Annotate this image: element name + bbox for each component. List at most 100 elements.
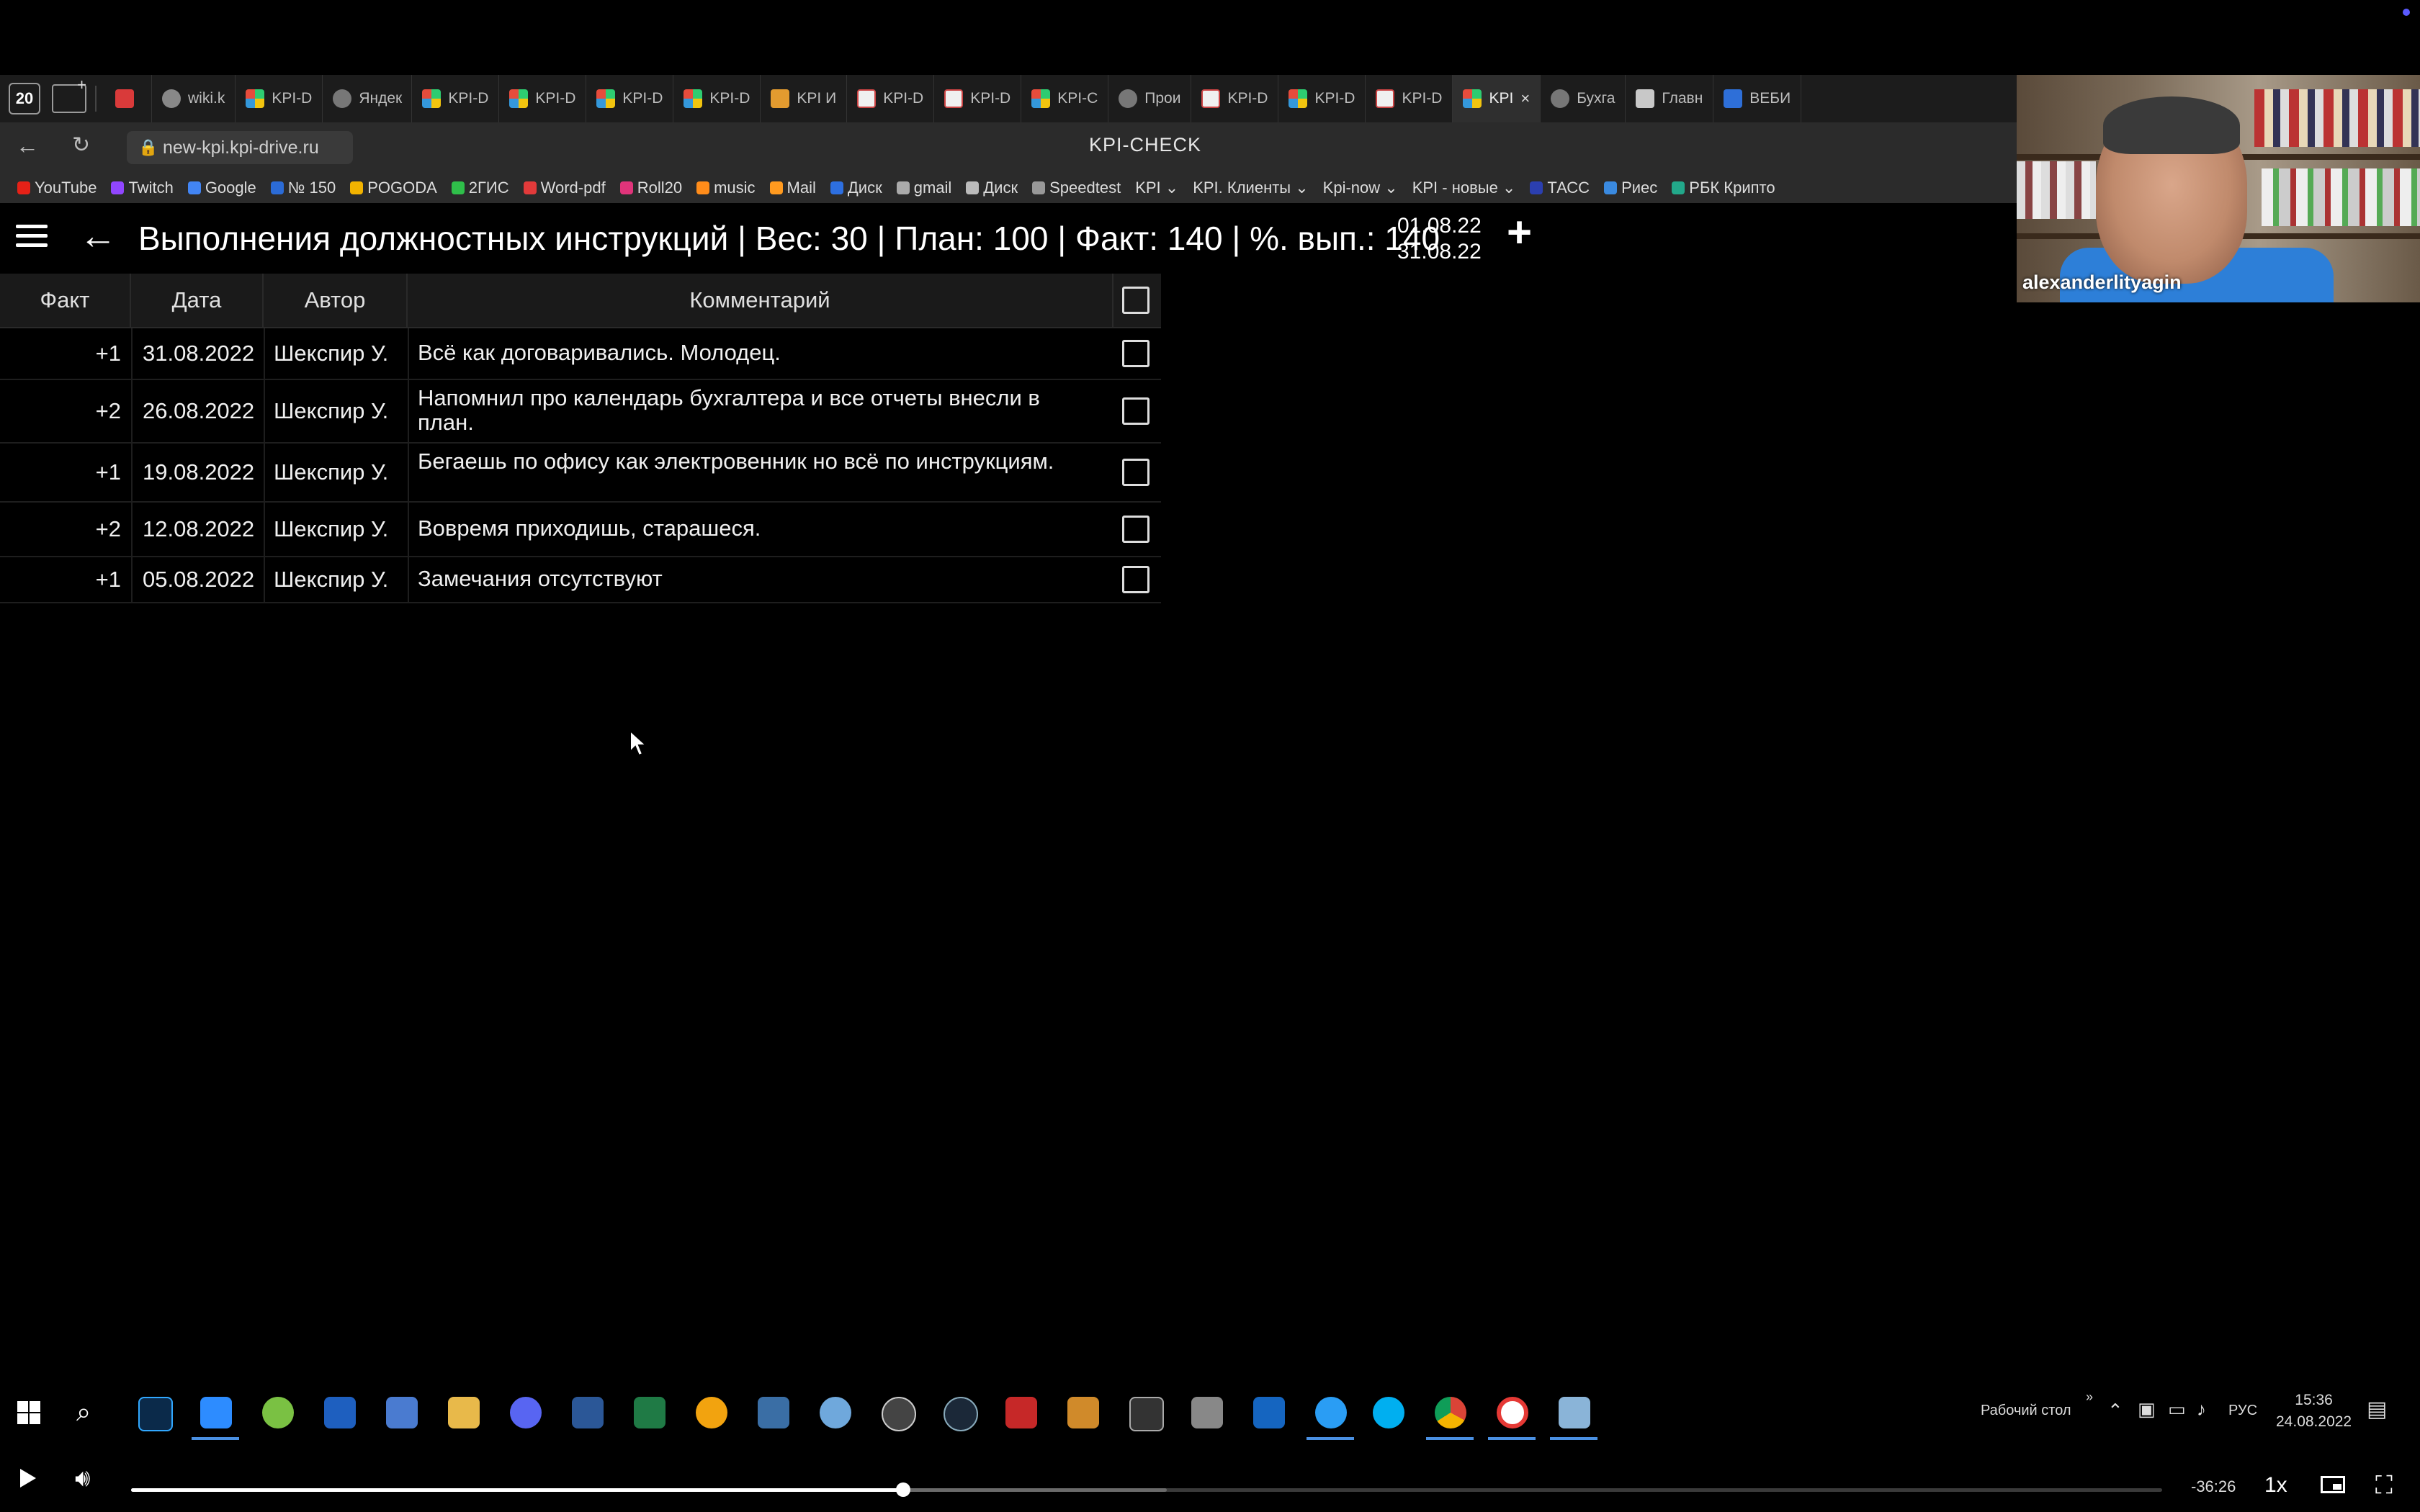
discord-icon[interactable]: [510, 1397, 542, 1428]
language-indicator[interactable]: РУС: [2228, 1403, 2257, 1419]
table-row[interactable]: +1 31.08.2022 Шекспир У. Всё как договарива…: [0, 328, 1161, 380]
bookmark-item[interactable]: РБК Крипто: [1672, 179, 1775, 197]
chrome-icon[interactable]: [1435, 1397, 1466, 1428]
windows-start-icon[interactable]: [17, 1401, 40, 1424]
toolbar-expand-icon[interactable]: »: [2086, 1390, 2093, 1405]
table-row[interactable]: +1 05.08.2022 Шекспир У. Замечания отсутств…: [0, 557, 1161, 603]
select-all-checkbox[interactable]: [1122, 287, 1150, 314]
progress-thumb[interactable]: [895, 1482, 910, 1497]
playback-speed-button[interactable]: 1x: [2264, 1473, 2287, 1498]
row-checkbox[interactable]: [1122, 516, 1150, 543]
row-checkbox[interactable]: [1122, 459, 1150, 486]
close-tab-icon[interactable]: ×: [1520, 89, 1530, 108]
notifications-icon[interactable]: ▤: [2367, 1397, 2387, 1422]
date-range[interactable]: 01.08.22 31.08.22: [1397, 213, 1482, 265]
browser-tab[interactable]: Бухга: [1541, 75, 1626, 122]
snipping-tool-icon[interactable]: [1253, 1397, 1285, 1428]
app-box-icon[interactable]: [1129, 1397, 1164, 1431]
bookmark-item[interactable]: POGODA: [350, 179, 437, 197]
table-row[interactable]: +1 19.08.2022 Шекспир У. Бегаешь по офису к…: [0, 444, 1161, 503]
desktop-toolbar-label[interactable]: Рабочий стол: [1981, 1403, 2071, 1419]
app-v-icon[interactable]: [324, 1397, 356, 1428]
app-notes-icon[interactable]: [1559, 1397, 1590, 1428]
bookmark-item[interactable]: Roll20: [619, 179, 682, 197]
table-row[interactable]: +2 12.08.2022 Шекспир У. Вовремя приходишь,…: [0, 503, 1161, 557]
table-row[interactable]: +2 26.08.2022 Шекспир У. Напомнил про кален…: [0, 380, 1161, 444]
row-checkbox[interactable]: [1122, 566, 1150, 593]
bookmark-item[interactable]: KPI - новые ⌄: [1412, 179, 1516, 197]
browser-tab[interactable]: KPI-D: [847, 75, 935, 122]
browser-tab[interactable]: KPI-C: [1021, 75, 1109, 122]
photoshop-icon[interactable]: [138, 1397, 173, 1431]
bookmark-item[interactable]: Диск: [966, 179, 1018, 197]
browser-tab[interactable]: KPI-D: [236, 75, 323, 122]
bookmark-item[interactable]: Word-pdf: [523, 179, 606, 197]
header-author[interactable]: Автор: [264, 274, 408, 327]
app-gray-icon[interactable]: [1191, 1397, 1223, 1428]
bookmark-item[interactable]: Twitch: [111, 179, 174, 197]
bookmark-item[interactable]: gmail: [896, 179, 951, 197]
network-icon[interactable]: ▣: [2138, 1398, 2156, 1421]
browser-tab[interactable]: Яндек: [323, 75, 413, 122]
bookmark-item[interactable]: № 150: [270, 179, 336, 197]
volume-icon[interactable]: ♪: [2197, 1398, 2206, 1421]
browser-tab[interactable]: wiki.k: [152, 75, 236, 122]
obs-icon[interactable]: [882, 1397, 916, 1431]
video-call-overlay[interactable]: alexanderlityagin: [2017, 75, 2420, 302]
bookmark-item[interactable]: music: [696, 179, 756, 197]
remote-desktop-icon[interactable]: [758, 1397, 789, 1428]
bookmark-item[interactable]: ТАСС: [1530, 179, 1590, 197]
fullscreen-icon[interactable]: ⛶: [2375, 1472, 2393, 1500]
tray-chevron-up-icon[interactable]: ⌃: [2107, 1400, 2123, 1422]
row-checkbox[interactable]: [1122, 397, 1150, 425]
back-arrow-icon[interactable]: ←: [79, 215, 117, 258]
header-fact[interactable]: Факт: [0, 274, 131, 327]
volume-icon[interactable]: 🔊︎: [75, 1464, 90, 1493]
header-comment[interactable]: Комментарий: [408, 274, 1113, 327]
play-icon[interactable]: [20, 1469, 36, 1488]
browser-tab[interactable]: KPI-D: [934, 75, 1022, 122]
app-paint-icon[interactable]: [820, 1397, 851, 1428]
browser-tab[interactable]: [105, 75, 152, 122]
row-checkbox[interactable]: [1122, 340, 1150, 367]
tab-counter-button[interactable]: 20: [9, 83, 40, 114]
browser-tab[interactable]: KPI-D: [499, 75, 587, 122]
word-icon[interactable]: [572, 1397, 604, 1428]
menu-icon[interactable]: [16, 225, 48, 249]
browser-tab[interactable]: KPI-D: [673, 75, 761, 122]
browser-tab[interactable]: ВЕБИ: [1713, 75, 1802, 122]
browser-tab[interactable]: KPI-D: [1191, 75, 1279, 122]
picture-in-picture-icon[interactable]: [2321, 1476, 2345, 1493]
browser-tab[interactable]: KPI-D: [586, 75, 674, 122]
excel-icon[interactable]: [634, 1397, 666, 1428]
header-date[interactable]: Дата: [131, 274, 264, 327]
browser-tab[interactable]: KPI-D: [1278, 75, 1366, 122]
steam-icon[interactable]: [944, 1397, 978, 1431]
skype-icon[interactable]: [1373, 1397, 1404, 1428]
bookmark-item[interactable]: Google: [187, 179, 256, 197]
browser-tab[interactable]: KPI-D: [1366, 75, 1453, 122]
browser-tab[interactable]: KPI-D: [412, 75, 500, 122]
new-tab-group-icon[interactable]: [52, 76, 86, 113]
app-tool-icon[interactable]: [1067, 1397, 1099, 1428]
telegram-icon[interactable]: [1315, 1397, 1347, 1428]
zoom-icon[interactable]: [200, 1397, 232, 1428]
bookmark-item[interactable]: Mail: [769, 179, 816, 197]
add-button[interactable]: +: [1507, 207, 1532, 257]
progress-bar[interactable]: [131, 1482, 2162, 1497]
browser-tab[interactable]: KPI ×: [1453, 75, 1541, 122]
app-green-icon[interactable]: [262, 1397, 294, 1428]
bookmark-item[interactable]: Диск: [830, 179, 882, 197]
browser-tab[interactable]: Прои: [1108, 75, 1192, 122]
bookmark-item[interactable]: KPI. Клиенты ⌄: [1193, 179, 1308, 197]
bookmark-item[interactable]: Риес: [1604, 179, 1657, 197]
bookmark-item[interactable]: YouTube: [17, 179, 97, 197]
display-icon[interactable]: ▭: [2168, 1398, 2186, 1421]
browser-tab[interactable]: Главн: [1626, 75, 1714, 122]
bookmark-item[interactable]: Kpi-now ⌄: [1323, 179, 1398, 197]
app-orange-icon[interactable]: [696, 1397, 727, 1428]
bookmark-item[interactable]: KPI ⌄: [1135, 179, 1178, 197]
file-explorer-icon[interactable]: [448, 1397, 480, 1428]
app-red-icon[interactable]: [1005, 1397, 1037, 1428]
yandex-browser-icon[interactable]: [1497, 1397, 1528, 1428]
